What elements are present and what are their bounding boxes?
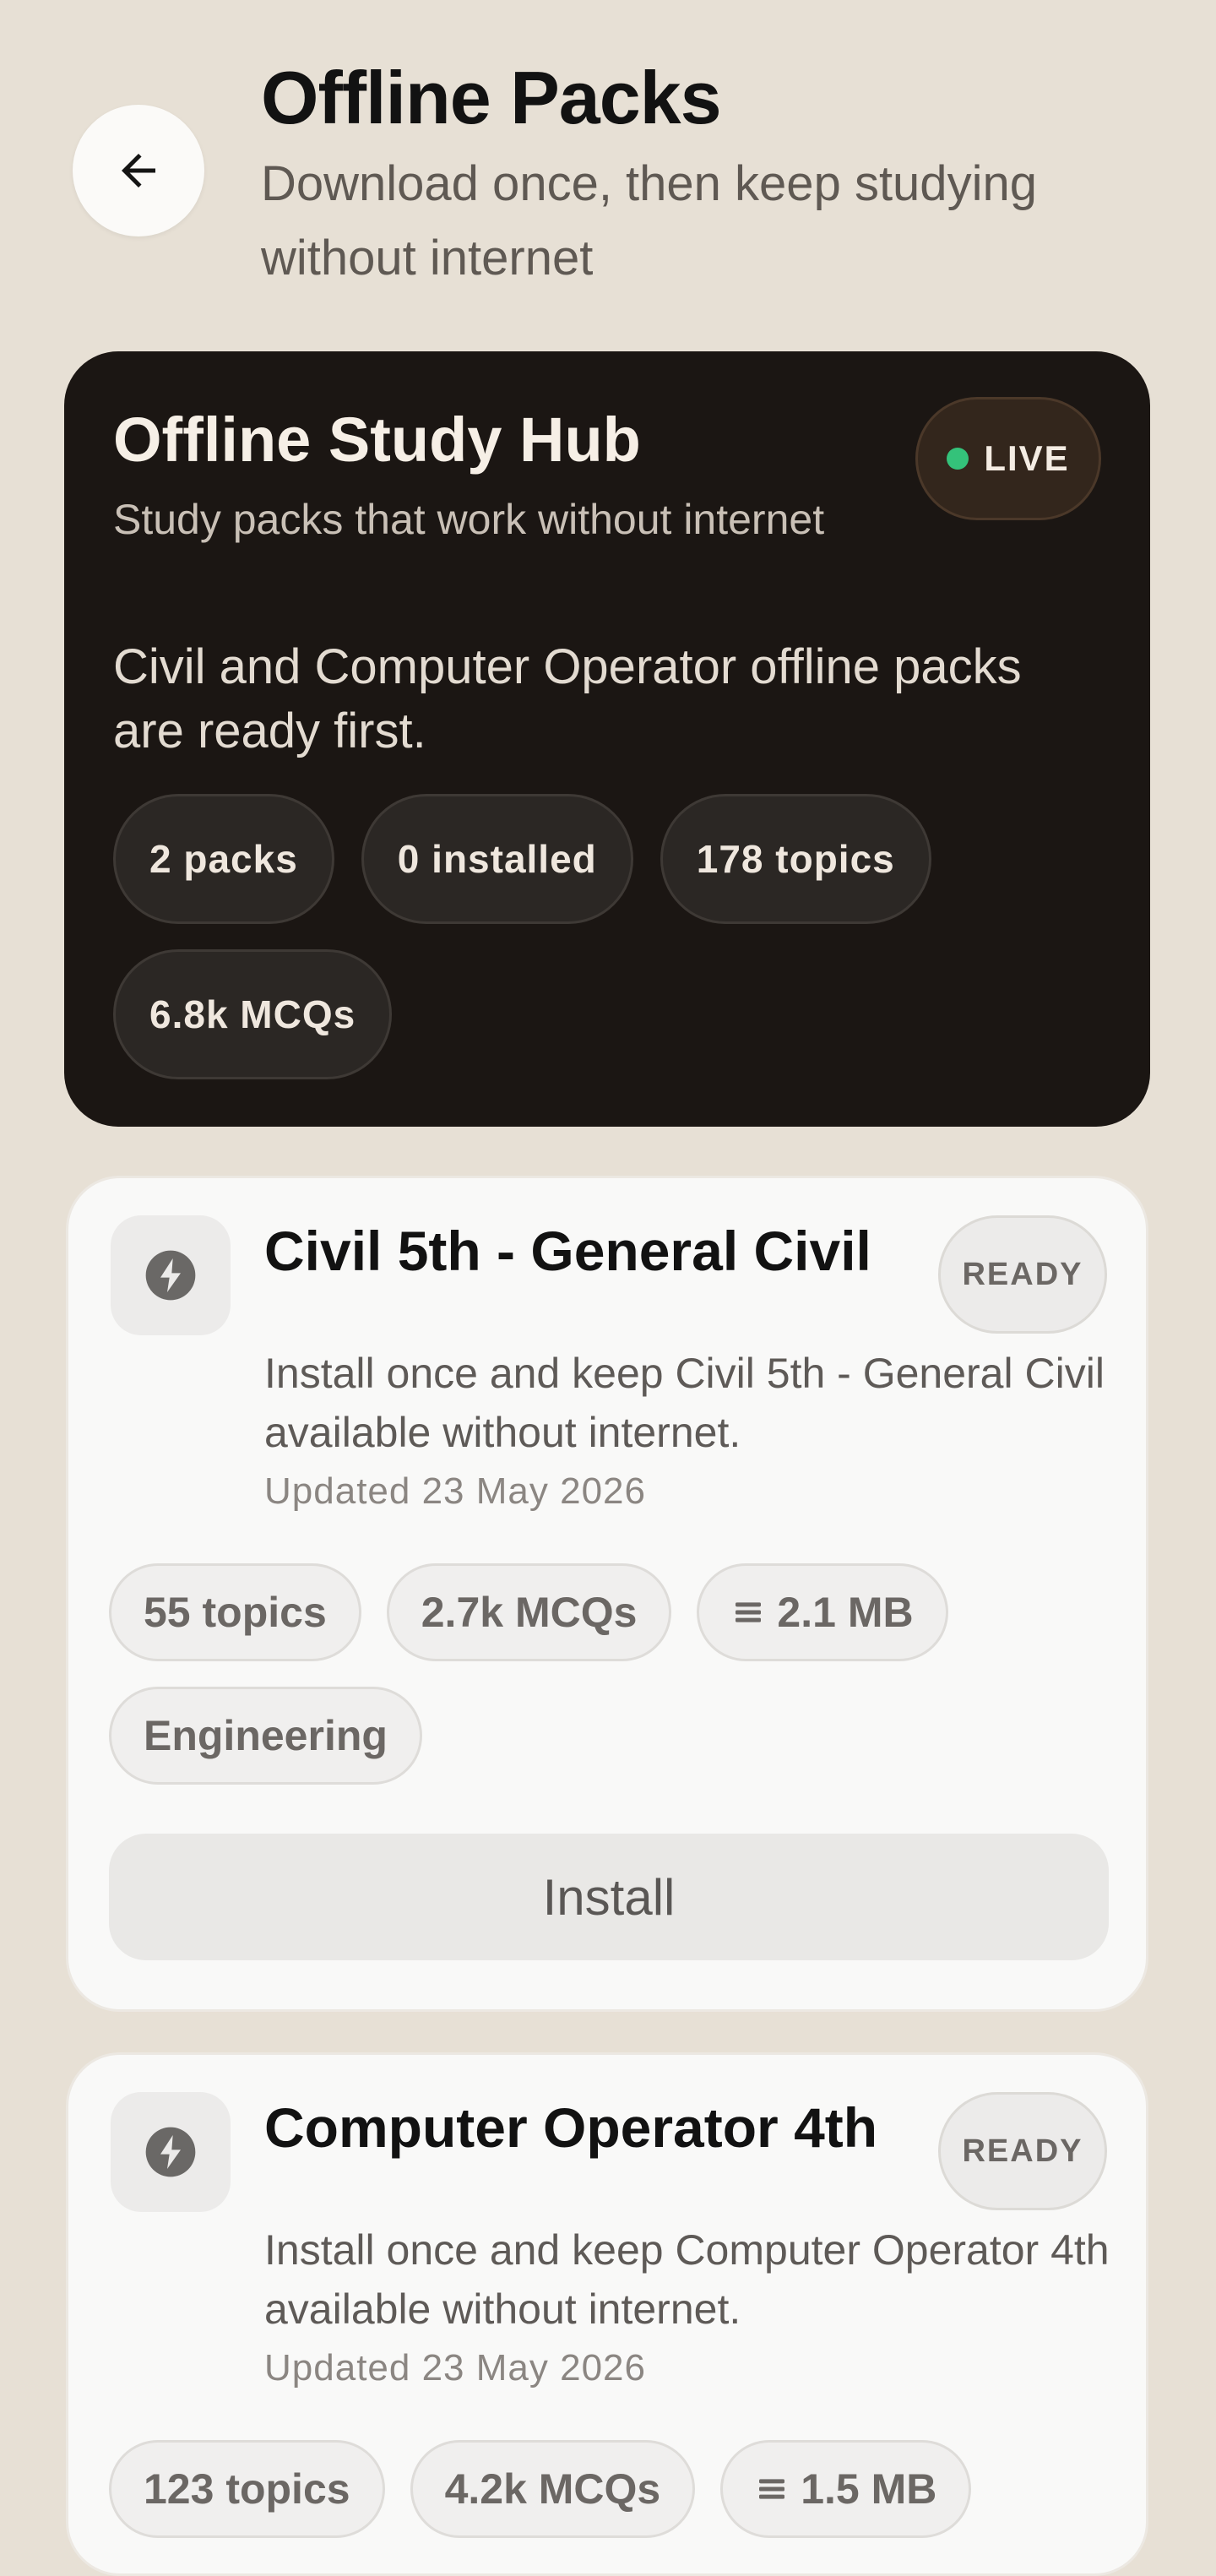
pack-title: Computer Operator 4th (264, 2096, 878, 2159)
pack-card-computer-operator: Computer Operator 4th READY Install once… (66, 2052, 1148, 2576)
pack-stats: 55 topics 2.7k MCQs 2.1 MB Engineering (109, 1563, 1114, 1785)
topics-chip: 55 topics (109, 1563, 361, 1661)
pack-icon (111, 1215, 231, 1335)
hub-description: Civil and Computer Operator offline pack… (113, 639, 1022, 758)
category-chip: Engineering (109, 1687, 422, 1785)
live-label: LIVE (984, 438, 1070, 478)
pack-stats: 123 topics 4.2k MCQs 1.5 MB (109, 2440, 1114, 2538)
pack-updated-date: Updated 23 May 2026 (264, 2347, 646, 2389)
live-badge: LIVE (915, 397, 1101, 520)
hub-subtitle: Study packs that work without internet (113, 496, 825, 543)
page-header: Offline Packs Download once, then keep s… (261, 52, 1173, 296)
status-badge: READY (938, 2092, 1107, 2210)
page-subtitle: Download once, then keep studying withou… (261, 156, 1037, 285)
mcqs-chip: 4.2k MCQs (410, 2440, 696, 2538)
size-chip: 2.1 MB (697, 1563, 948, 1661)
arrow-left-icon (122, 154, 155, 187)
pack-title: Civil 5th - General Civil (264, 1220, 871, 1282)
packs-count-chip: 2 packs (113, 794, 334, 924)
mcqs-chip: 2.7k MCQs (386, 1563, 672, 1661)
pack-description: Install once and keep Civil 5th - Genera… (264, 1350, 1105, 1456)
size-label: 1.5 MB (801, 2465, 937, 2513)
install-button[interactable]: Install (109, 1834, 1109, 1960)
hub-title: Offline Study Hub (113, 405, 641, 475)
offline-study-hub-card: Offline Study Hub Study packs that work … (64, 351, 1150, 1127)
installed-count-chip: 0 installed (361, 794, 633, 924)
hub-stats: 2 packs 0 installed 178 topics 6.8k MCQs (113, 794, 1110, 1079)
topics-chip: 123 topics (109, 2440, 385, 2538)
bolt-icon (145, 1250, 196, 1301)
bolt-icon (145, 2127, 196, 2177)
storage-icon (759, 2479, 785, 2499)
pack-card-civil: Civil 5th - General Civil READY Install … (66, 1176, 1148, 2012)
pack-description: Install once and keep Computer Operator … (264, 2226, 1110, 2333)
storage-icon (736, 1602, 762, 1622)
pack-icon (111, 2092, 231, 2212)
size-chip: 1.5 MB (720, 2440, 972, 2538)
live-dot-icon (947, 448, 969, 470)
status-badge: READY (938, 1215, 1107, 1334)
back-button[interactable] (73, 105, 204, 236)
topics-count-chip: 178 topics (660, 794, 931, 924)
page-title: Offline Packs (261, 56, 722, 139)
mcqs-count-chip: 6.8k MCQs (113, 949, 393, 1079)
size-label: 2.1 MB (777, 1589, 914, 1636)
pack-updated-date: Updated 23 May 2026 (264, 1470, 646, 1512)
